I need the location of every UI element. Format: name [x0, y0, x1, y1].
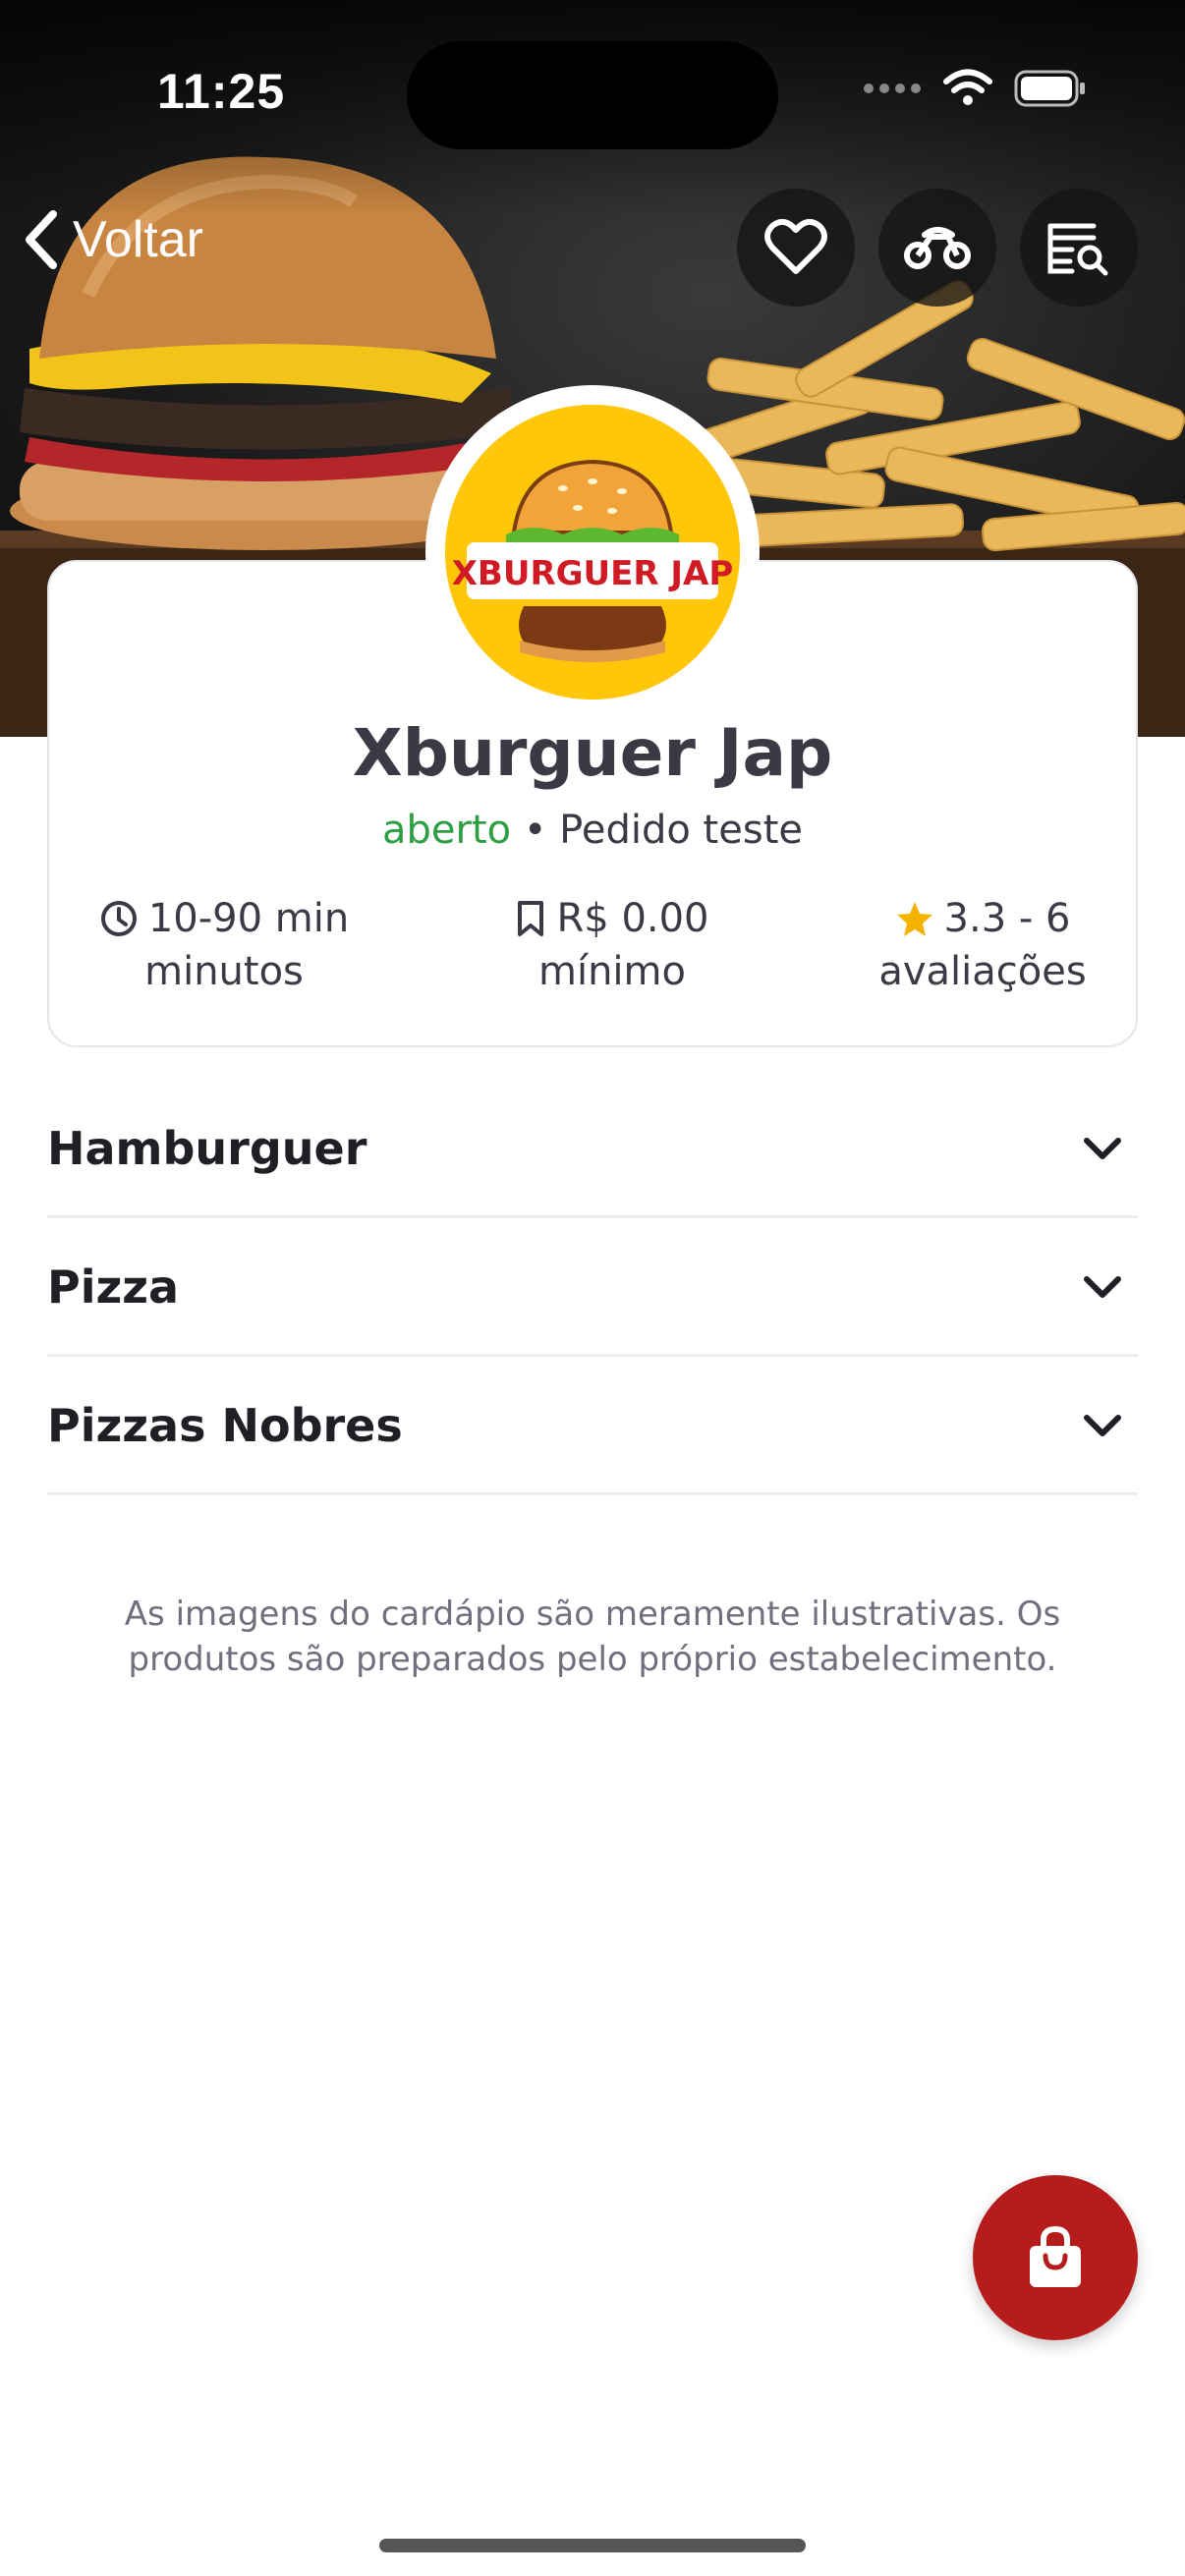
- category-row-pizzas-nobres[interactable]: Pizzas Nobres: [47, 1358, 1138, 1495]
- motorcycle-icon: [904, 227, 971, 269]
- rating-value: 3.3 - 6: [943, 896, 1071, 941]
- category-label: Hamburguer: [47, 1121, 367, 1175]
- shopping-bag-icon: [1030, 2226, 1081, 2287]
- delivery-time-stat: 10-90 min minutos: [86, 892, 362, 998]
- store-status: aberto • Pedido teste: [0, 808, 1185, 853]
- dynamic-island: [407, 41, 778, 149]
- store-logo-image: XBURGUER JAP: [445, 405, 740, 700]
- star-icon: [896, 902, 932, 936]
- status-time: 11:25: [157, 64, 286, 119]
- status-note: Pedido teste: [559, 808, 803, 853]
- bookmark-icon: [518, 901, 544, 936]
- wifi-icon: [943, 69, 992, 105]
- category-label: Pizza: [47, 1260, 180, 1314]
- minimum-order-stat: R$ 0.00 mínimo: [475, 892, 750, 998]
- rating-label: avaliações: [878, 949, 1087, 994]
- status-icons: [863, 69, 1087, 108]
- back-label: Voltar: [73, 211, 203, 268]
- home-indicator: [379, 2539, 806, 2552]
- minimum-label: mínimo: [538, 949, 686, 994]
- category-row-hamburguer[interactable]: Hamburguer: [47, 1081, 1138, 1218]
- chevron-down-icon: [1084, 1275, 1121, 1298]
- store-name: Xburguer Jap: [352, 715, 833, 791]
- disclaimer-line-1: As imagens do cardápio são meramente ilu…: [124, 1595, 1061, 1634]
- logo-wordmark: XBURGUER JAP: [452, 554, 734, 593]
- clock-icon: [100, 901, 137, 936]
- rating-stat: 3.3 - 6 avaliações: [845, 892, 1120, 998]
- menu-disclaimer: As imagens do cardápio são meramente ilu…: [98, 1592, 1087, 1682]
- chevron-left-icon: [26, 210, 57, 269]
- minimum-value: R$ 0.00: [556, 896, 709, 941]
- disclaimer-line-2: produtos são preparados pelo próprio est…: [128, 1640, 1057, 1679]
- menu-search-icon: [1047, 223, 1108, 276]
- delivery-button[interactable]: [878, 189, 996, 307]
- battery-icon: [1014, 70, 1085, 107]
- chevron-down-icon: [1084, 1137, 1121, 1159]
- category-row-pizza[interactable]: Pizza: [47, 1219, 1138, 1357]
- favorite-button[interactable]: [737, 189, 855, 307]
- chevron-down-icon: [1084, 1414, 1121, 1436]
- signal-icon: [864, 84, 921, 93]
- store-logo: XBURGUER JAP: [425, 385, 760, 719]
- delivery-time-unit: minutos: [144, 949, 304, 994]
- status-separator: •: [523, 808, 547, 853]
- back-button[interactable]: Voltar: [22, 208, 203, 271]
- category-label: Pizzas Nobres: [47, 1398, 403, 1452]
- menu-search-button[interactable]: [1020, 189, 1138, 307]
- delivery-time-value: 10-90 min: [147, 896, 350, 941]
- cart-button[interactable]: [973, 2175, 1138, 2340]
- open-status: aberto: [382, 808, 512, 853]
- heart-icon: [764, 218, 827, 274]
